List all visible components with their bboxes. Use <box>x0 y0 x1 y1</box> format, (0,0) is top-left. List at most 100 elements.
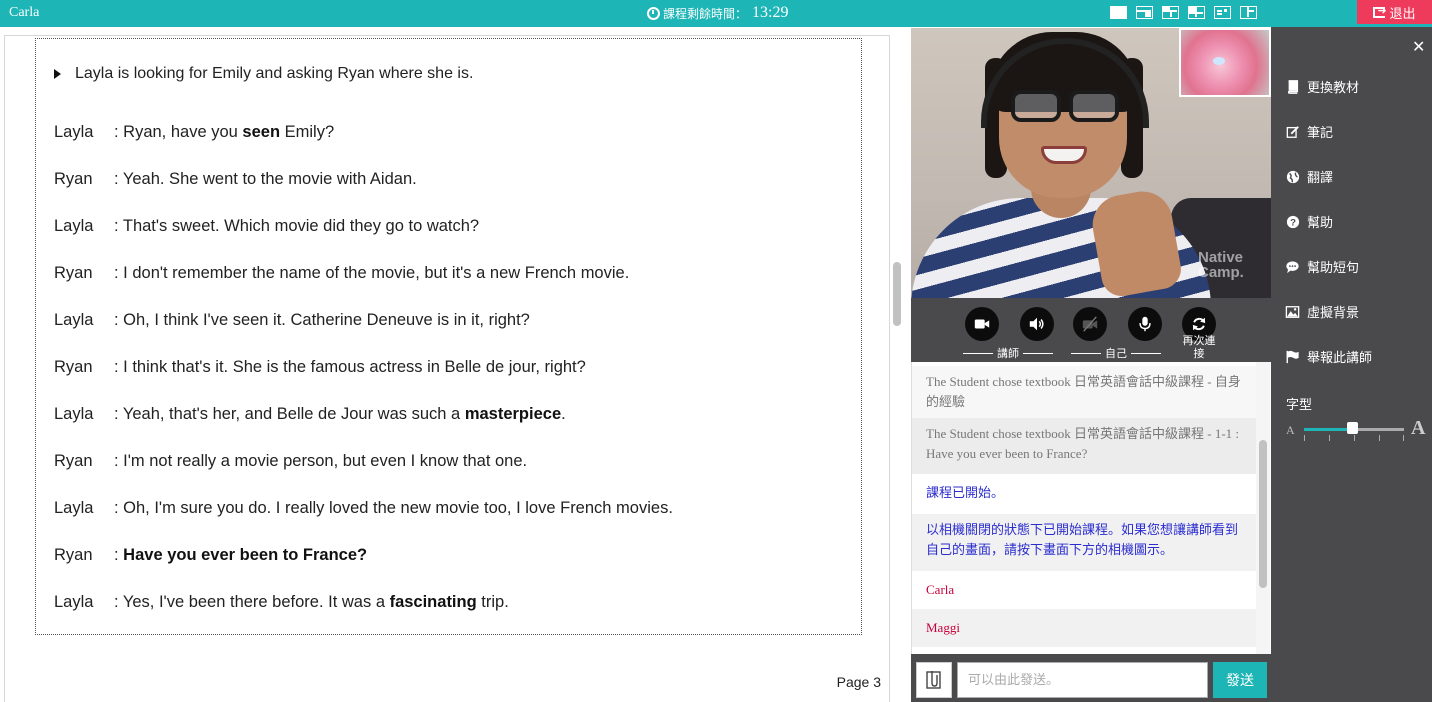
side-menu-item[interactable]: 虛擬背景 <box>1285 302 1359 321</box>
side-menu-label: 舉報此講師 <box>1307 350 1373 365</box>
side-menu-item[interactable]: 更換教材 <box>1285 77 1359 96</box>
exit-button[interactable]: 退出 <box>1357 0 1432 24</box>
speaker-name: Layla <box>54 123 94 141</box>
layout-columns-icon[interactable] <box>1240 6 1257 19</box>
line-text: : I don't remember the name of the movie… <box>114 264 630 282</box>
dialogue-line: Ryan : I'm not really a movie person, but… <box>54 452 527 471</box>
layout-top-bar-icon[interactable] <box>1136 6 1153 19</box>
clock-icon <box>647 6 660 20</box>
speaker-name: Ryan <box>54 546 93 564</box>
page-number: Page 3 <box>836 674 881 690</box>
vocabulary-highlight: masterpiece <box>464 405 562 423</box>
line-text: : Oh, I'm sure you do. I really loved th… <box>114 499 673 517</box>
chat-message: 以相機關閉的狀態下已開始課程。如果您想讓講師看到自己的畫面，請按下畫面下方的相機… <box>912 514 1257 571</box>
self-camera-button[interactable] <box>1073 307 1107 341</box>
attach-button[interactable] <box>916 662 952 698</box>
font-size-knob[interactable] <box>1347 422 1358 434</box>
send-button[interactable]: 發送 <box>1213 662 1267 698</box>
font-size-label: 字型 <box>1286 397 1313 412</box>
close-icon[interactable]: ✕ <box>1412 37 1425 57</box>
help-icon: ? <box>1285 214 1300 229</box>
line-text: : I think that's it. She is the famous a… <box>114 358 586 376</box>
speech-bubble-icon <box>1285 259 1300 274</box>
user-name: Carla <box>9 5 40 20</box>
vocabulary-highlight: seen <box>242 123 281 141</box>
timer-label: 課程剩餘時間： <box>663 6 748 21</box>
side-menu-item[interactable]: ? 幫助 <box>1285 212 1333 231</box>
side-panel: ✕ 更換教材筆記翻譯 ? 幫助幫助短句虛擬背景舉報此講師 字型 A A <box>1271 27 1432 702</box>
self-controls-label: 自己 <box>1071 345 1161 361</box>
layout-doc-icon[interactable] <box>1214 6 1231 19</box>
dialogue-box: Layla is looking for Emily and asking Ry… <box>35 38 862 635</box>
layout-grid-icon[interactable] <box>1188 6 1205 19</box>
dialogue-line: Layla: Oh, I think I've seen it. Catheri… <box>54 311 530 330</box>
side-menu-label: 筆記 <box>1307 125 1334 140</box>
chat-message: The Student chose textbook 日常英語會話中級課程 - … <box>912 366 1257 418</box>
side-menu-label: 幫助短句 <box>1307 260 1360 275</box>
dialogue-line: Ryan: Yeah. She went to the movie with A… <box>54 170 417 189</box>
dialogue-line: Layla : Yeah, that's her, and Belle de Jo… <box>54 405 566 424</box>
refresh-icon <box>1192 317 1206 331</box>
font-small-label: A <box>1286 423 1295 437</box>
line-text-end: . <box>561 405 566 423</box>
line-text: : Oh, I think I've seen it. Catherine De… <box>114 311 530 329</box>
microphone-icon <box>1139 316 1151 332</box>
line-text: : Yeah, that's her, and Belle de Jour wa… <box>114 405 465 423</box>
image-icon <box>1285 304 1300 319</box>
side-menu-item[interactable]: 筆記 <box>1285 122 1333 141</box>
speaker-icon <box>1029 317 1044 331</box>
line-text: : Yes, I've been there before. It was a <box>114 593 390 611</box>
teacher-controls-label: 講師 <box>963 345 1053 361</box>
layout-switcher <box>1110 6 1257 19</box>
top-bar: Carla 課程剩餘時間： 13:29 退出 <box>0 0 1432 27</box>
chat-message: 課程已開始。 <box>926 485 1005 500</box>
line-text: : Yeah. She went to the movie with Aidan… <box>114 170 417 188</box>
chat-scrollbar[interactable] <box>1259 440 1267 588</box>
speaker-name: Ryan <box>54 452 93 470</box>
speaker-name: Layla <box>54 405 94 423</box>
side-menu-label: 翻譯 <box>1307 170 1334 185</box>
exit-label: 退出 <box>1389 5 1416 21</box>
speaker-name: Ryan <box>54 358 93 376</box>
side-menu-label: 更換教材 <box>1307 80 1360 95</box>
camera-icon <box>974 319 990 329</box>
timer-value: 13:29 <box>752 4 789 21</box>
globe-icon <box>1285 169 1300 184</box>
layout-full-icon[interactable] <box>1110 6 1127 19</box>
vocabulary-highlight: Have you ever been to France? <box>123 546 368 564</box>
line-text: : Ryan, have you <box>114 123 243 141</box>
document-scrollbar[interactable] <box>893 262 901 326</box>
svg-text:?: ? <box>1290 217 1296 228</box>
dialogue-line: Layla : Ryan, have you seen Emily? <box>54 123 334 142</box>
speaker-name: Ryan <box>54 264 93 282</box>
dialogue-line: Layla : Oh, I'm sure you do. I really lov… <box>54 499 673 518</box>
dialogue-line: Ryan : I think that's it. She is the famo… <box>54 358 586 377</box>
dialogue-line: Layla : Yes, I've been there before. It w… <box>54 593 509 612</box>
side-menu-item[interactable]: 翻譯 <box>1285 167 1333 186</box>
chat-message: The Student chose textbook 日常英語會話中級課程 - … <box>912 418 1257 474</box>
dialogue-line: Ryan : I don't remember the name of the m… <box>54 264 629 283</box>
line-text: : <box>114 546 124 564</box>
bullet-triangle-icon <box>54 69 61 79</box>
chat-log: The Student chose textbook 日常英語會話中級課程 - … <box>911 362 1271 654</box>
font-size-slider[interactable]: A A <box>1283 417 1425 447</box>
microphone-button[interactable] <box>1128 307 1162 341</box>
camera-button[interactable] <box>965 307 999 341</box>
line-text-end: Emily? <box>280 123 335 141</box>
speaker-name: Layla <box>54 499 94 517</box>
line-text: : That's sweet. Which movie did they go … <box>114 217 480 235</box>
chat-input-bar: 發送 <box>911 654 1271 702</box>
vocabulary-highlight: fascinating <box>389 593 477 611</box>
line-text: : I'm not really a movie person, but eve… <box>114 452 528 470</box>
side-menu-item[interactable]: 舉報此講師 <box>1285 347 1372 366</box>
side-menu-label: 虛擬背景 <box>1307 305 1360 320</box>
font-size-fill <box>1304 428 1352 431</box>
speaker-button[interactable] <box>1020 307 1054 341</box>
self-video-preview[interactable] <box>1179 28 1271 97</box>
line-text-end: trip. <box>476 593 509 611</box>
layout-split-icon[interactable] <box>1162 6 1179 19</box>
side-menu-item[interactable]: 幫助短句 <box>1285 257 1359 276</box>
video-controls: 講師 自己 再次連接 <box>911 298 1271 362</box>
chat-message-input[interactable] <box>957 662 1208 698</box>
speaker-name: Layla <box>54 593 94 611</box>
